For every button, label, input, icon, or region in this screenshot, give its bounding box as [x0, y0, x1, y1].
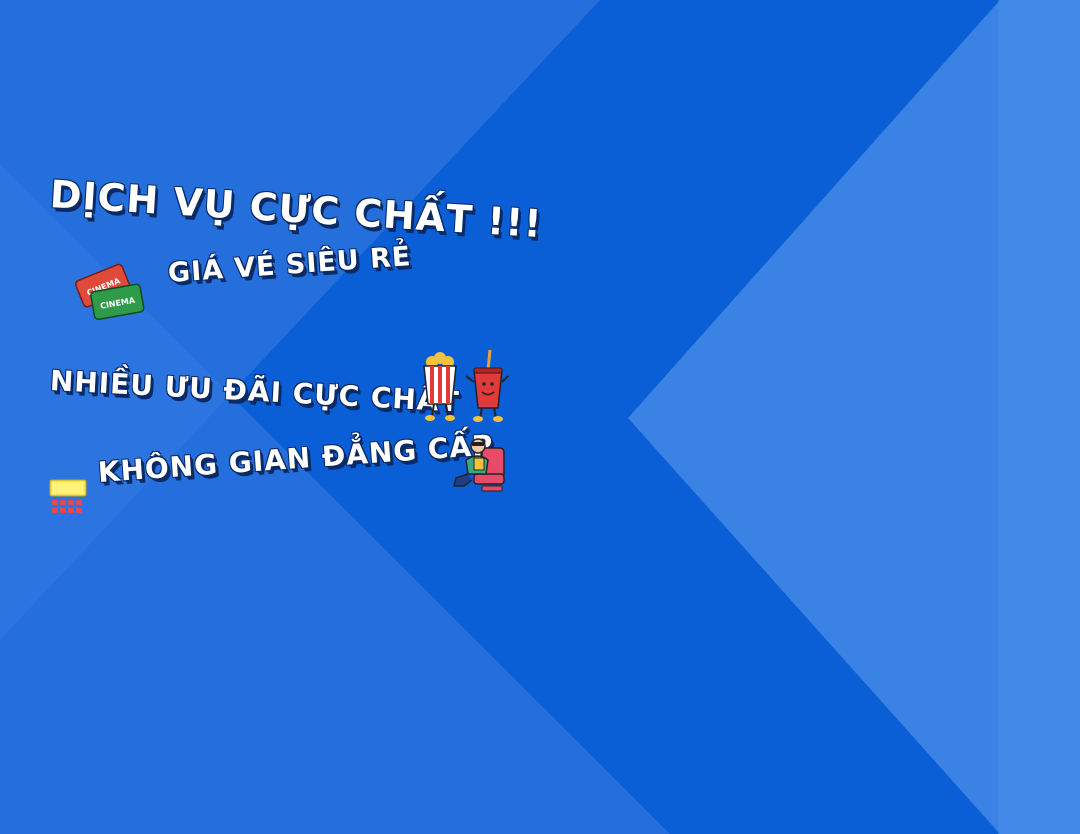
- background: [0, 0, 1080, 834]
- moviegoer-icon: [453, 438, 505, 492]
- cinema-ticket-icon: CINEMA CINEMA: [74, 263, 145, 321]
- popcorn-soda-icon: [423, 349, 509, 422]
- theater-seats-icon: [49, 479, 87, 513]
